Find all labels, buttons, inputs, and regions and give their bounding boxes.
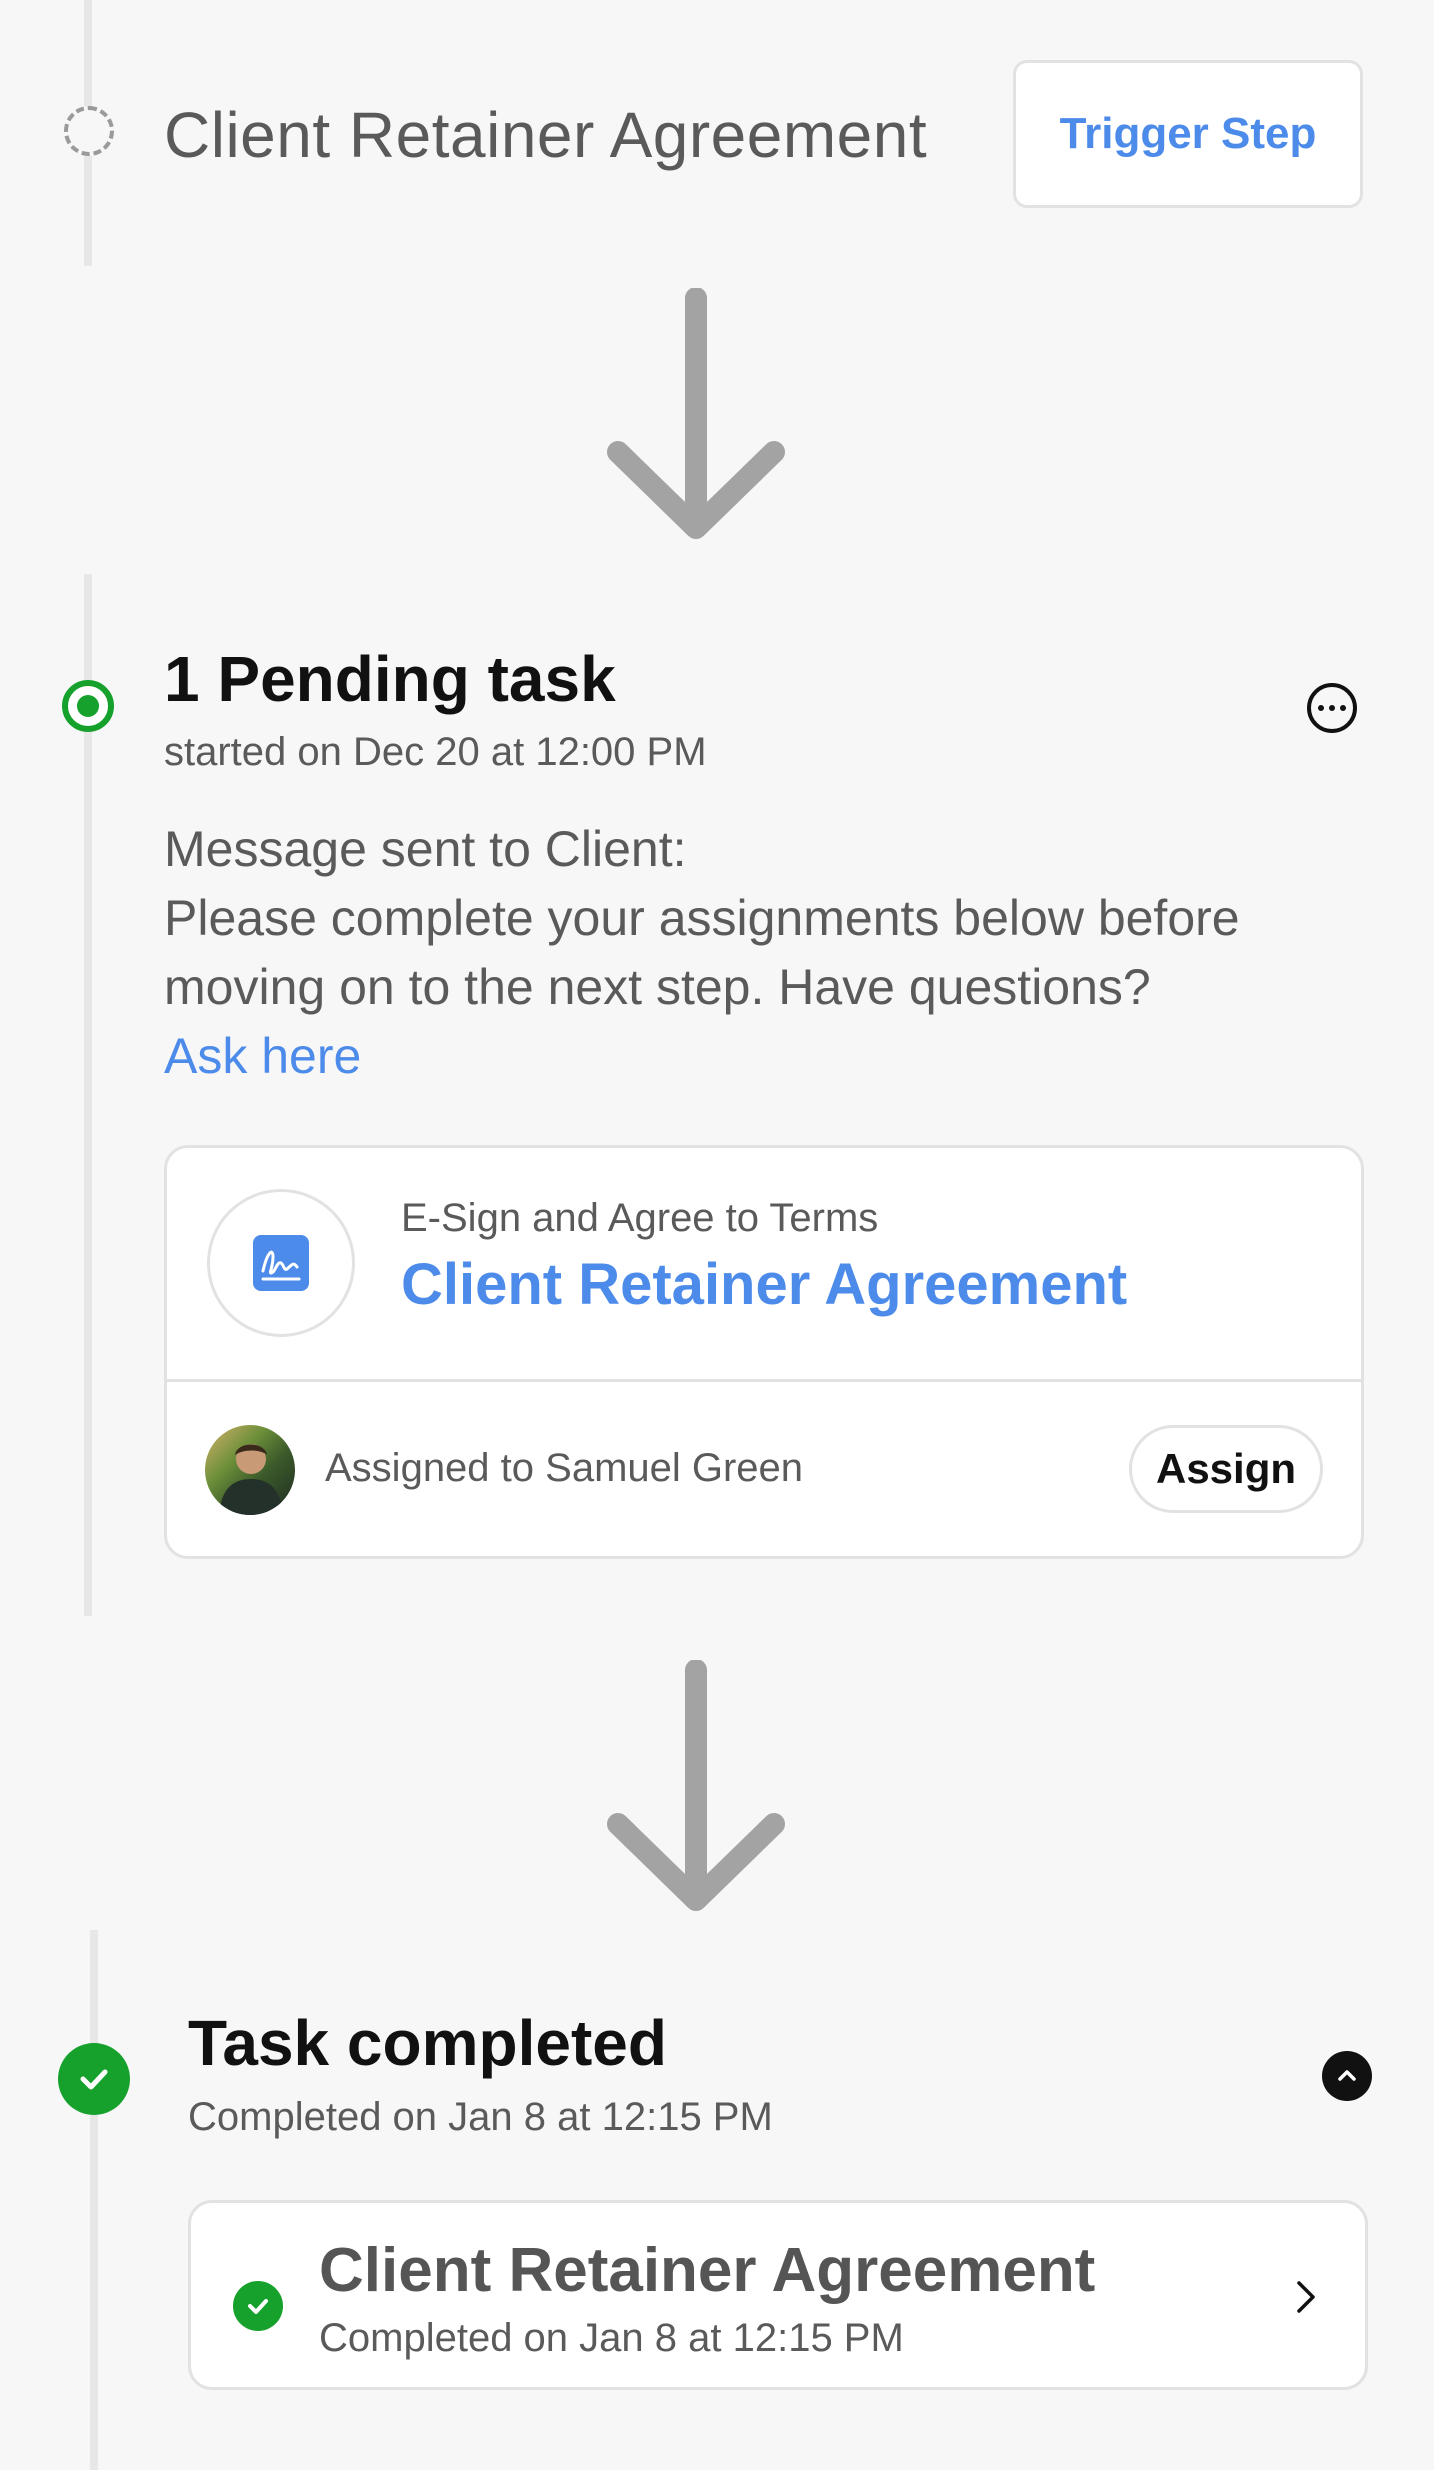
trigger-step-button[interactable]: Trigger Step — [1013, 60, 1363, 208]
avatar — [205, 1425, 295, 1515]
assign-button[interactable]: Assign — [1129, 1425, 1323, 1513]
more-options-icon[interactable] — [1307, 683, 1357, 733]
active-step-icon — [62, 680, 114, 732]
timeline-line — [90, 1930, 98, 2470]
completed-task-name: Client Retainer Agreement — [319, 2236, 1096, 2305]
completed-task-card[interactable]: Client Retainer Agreement Completed on J… — [188, 2200, 1368, 2390]
message-body: Please complete your assignments below b… — [164, 890, 1240, 1015]
task-card-header[interactable]: E-Sign and Agree to Terms Client Retaine… — [167, 1148, 1361, 1382]
task-assignment-row: Assigned to Samuel Green Assign — [167, 1382, 1361, 1556]
esign-icon — [207, 1189, 355, 1337]
step-title: Client Retainer Agreement — [164, 99, 928, 171]
assigned-to-label: Assigned to Samuel Green — [325, 1446, 804, 1490]
task-name-link[interactable]: Client Retainer Agreement — [401, 1251, 1127, 1318]
arrow-down-icon — [607, 1660, 785, 1911]
task-card: E-Sign and Agree to Terms Client Retaine… — [164, 1145, 1364, 1559]
arrow-down-icon — [607, 288, 785, 539]
completed-title: Task completed — [188, 2007, 667, 2079]
chevron-right-icon — [1297, 2281, 1315, 2313]
pending-step-icon — [64, 106, 114, 156]
ask-here-link[interactable]: Ask here — [164, 1022, 1374, 1091]
check-icon — [233, 2281, 283, 2331]
completed-timestamp: Completed on Jan 8 at 12:15 PM — [188, 2095, 773, 2139]
started-timestamp: started on Dec 20 at 12:00 PM — [164, 730, 707, 774]
task-type-label: E-Sign and Agree to Terms — [401, 1196, 879, 1240]
pending-task-title: 1 Pending task — [164, 643, 616, 715]
completed-step-icon — [58, 2043, 130, 2115]
client-message: Message sent to Client: Please complete … — [164, 815, 1374, 1091]
workflow-timeline: Client Retainer Agreement Trigger Step 1… — [0, 0, 1434, 2470]
collapse-chevron-up-icon[interactable] — [1322, 2051, 1372, 2101]
message-heading: Message sent to Client: — [164, 821, 687, 877]
completed-task-timestamp: Completed on Jan 8 at 12:15 PM — [319, 2316, 904, 2360]
